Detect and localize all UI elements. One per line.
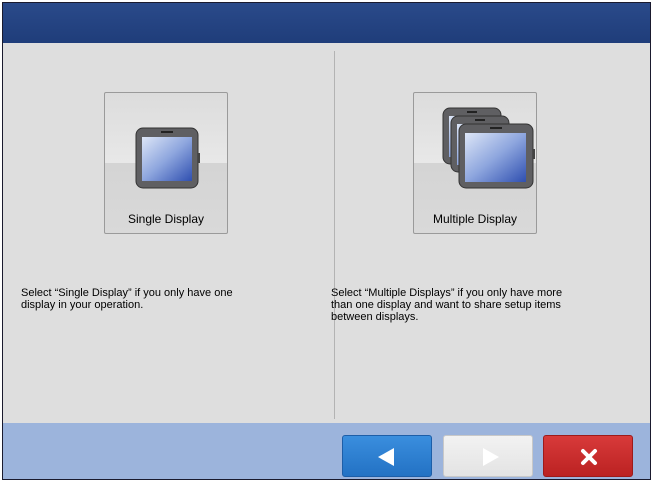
multiple-display-label: Multiple Display: [432, 212, 518, 226]
triangle-right-icon: [483, 448, 499, 466]
close-x-icon: [581, 449, 597, 465]
back-button[interactable]: [342, 435, 432, 477]
setup-dialog: Single Display Multiple Display Select “…: [2, 2, 651, 480]
divider: [334, 51, 335, 419]
bottom-nav-bar: [3, 423, 650, 479]
multiple-display-description: Select “Multiple Displays” if you only h…: [331, 287, 563, 323]
triangle-left-icon: [378, 448, 394, 466]
next-button[interactable]: [443, 435, 533, 477]
single-display-label: Single Display: [127, 212, 205, 226]
cancel-button[interactable]: [543, 435, 633, 477]
single-display-description: Select “Single Display” if you only have…: [21, 287, 233, 311]
multiple-display-button[interactable]: Multiple Display: [413, 92, 537, 234]
title-bar: [3, 3, 650, 43]
content-panel: Single Display Multiple Display Select “…: [15, 43, 638, 423]
single-display-button[interactable]: Single Display: [104, 92, 228, 234]
